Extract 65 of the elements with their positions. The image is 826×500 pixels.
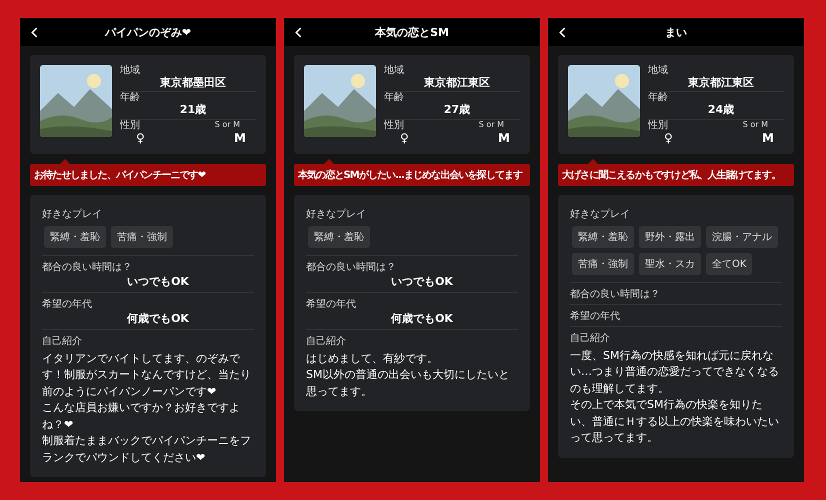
self-introduction: その上で本気でSM行為の快楽を知りたい、普通にＨする以上の快楽を味わいたいって思ってます。 xyxy=(570,397,780,446)
role-value: M xyxy=(234,130,246,145)
field-label: 年齢 xyxy=(648,92,668,104)
section-label: 希望の年代 xyxy=(570,310,620,323)
age-preference-value: 何歳でもOK xyxy=(127,310,189,326)
age-value: 21歳 xyxy=(180,103,206,118)
screen-title: 本気の恋とSM xyxy=(375,24,449,40)
self-introduction: 制服着たままバックでパイパンチーニをフランクでパウンドしてください❤ xyxy=(42,433,252,466)
section-label: 好きなプレイ xyxy=(42,208,102,221)
back-icon[interactable] xyxy=(295,27,302,38)
section-label: 都合の良い時間は？ xyxy=(570,288,660,301)
catchphrase: 本気の恋とSMがしたい...まじめな出会いを探してます xyxy=(298,168,524,182)
region-value: 東京都江東区 xyxy=(688,76,754,90)
role-value: M xyxy=(762,130,774,145)
region-value: 東京都江東区 xyxy=(424,76,490,90)
age-value: 24歳 xyxy=(708,103,734,118)
self-introduction: こんな店員お嫌いですか？お好きですよね？❤ xyxy=(42,400,241,433)
play-tag: 浣腸・アナル xyxy=(706,226,778,248)
field-label: S or M xyxy=(214,120,240,130)
field-label: 年齢 xyxy=(384,92,404,104)
gender-value: ♀ xyxy=(400,130,409,145)
play-tag: 野外・露出 xyxy=(639,226,701,248)
field-label: 地域 xyxy=(648,65,668,76)
self-introduction: 一度、SM行為の快感を知れば元に戻れない…つまり普通の恋愛だってできなくなるのも理解してます。 xyxy=(570,348,780,397)
field-label: 性別 xyxy=(120,120,140,131)
catchphrase: 大げさに聞こえるかもですけど私、人生賭けてます。 xyxy=(562,168,782,182)
self-introduction: SM以外の普通の出会いも大切にしたいと思ってます。 xyxy=(306,367,510,400)
age-value: 27歳 xyxy=(444,103,470,118)
play-tag: 苦痛・強制 xyxy=(111,226,173,248)
time-value: いつでもOK xyxy=(127,274,189,289)
self-introduction: イタリアンでバイトしてます、のぞみです！制服がスカートなんですけど、当たり前のようにパイパンノーパンです❤ xyxy=(42,350,252,400)
section-label: 好きなプレイ xyxy=(570,208,630,221)
self-introduction: はじめまして、有紗です。 xyxy=(306,350,438,367)
region-value: 東京都墨田区 xyxy=(160,76,226,90)
field-label: 地域 xyxy=(120,65,140,76)
play-tag: 緊縛・羞恥 xyxy=(44,226,106,248)
field-label: S or M xyxy=(478,120,504,130)
back-icon[interactable] xyxy=(31,27,38,38)
section-label: 希望の年代 xyxy=(42,298,92,311)
play-tag: 緊縛・羞恥 xyxy=(308,226,370,248)
section-label: 自己紹介 xyxy=(570,332,610,345)
field-label: S or M xyxy=(742,120,768,130)
play-tag: 苦痛・強制 xyxy=(572,252,634,275)
gender-value: ♀ xyxy=(136,130,145,145)
section-label: 自己紹介 xyxy=(306,334,346,348)
section-label: 都合の良い時間は？ xyxy=(42,260,132,274)
section-label: 好きなプレイ xyxy=(306,208,366,221)
gender-value: ♀ xyxy=(664,130,673,145)
section-label: 都合の良い時間は？ xyxy=(306,260,396,274)
field-label: 性別 xyxy=(648,120,668,131)
field-label: 年齢 xyxy=(120,92,140,104)
age-preference-value: 何歳でもOK xyxy=(391,310,453,326)
role-value: M xyxy=(498,130,510,145)
section-label: 自己紹介 xyxy=(42,334,82,348)
section-label: 希望の年代 xyxy=(306,298,356,311)
screen-title: まい xyxy=(665,24,687,40)
back-icon[interactable] xyxy=(559,27,566,38)
play-tag: 聖水・スカ xyxy=(639,252,701,275)
catchphrase: お待たせしました、パイパンチーニです❤ xyxy=(34,168,206,182)
field-label: 性別 xyxy=(384,120,404,131)
play-tag: 全てOK xyxy=(706,252,752,275)
field-label: 地域 xyxy=(384,65,404,76)
screen-title: パイパンのぞみ❤ xyxy=(104,24,192,40)
play-tag: 緊縛・羞恥 xyxy=(572,226,634,248)
time-value: いつでもOK xyxy=(391,274,453,289)
